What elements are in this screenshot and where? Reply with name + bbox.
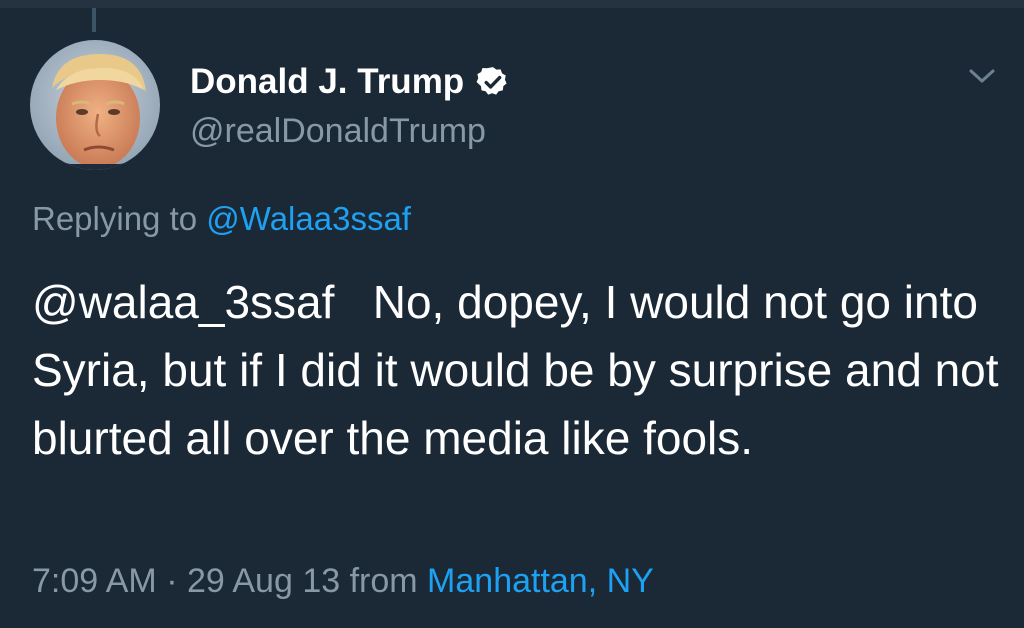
display-name[interactable]: Donald J. Trump	[190, 62, 464, 102]
replying-to-line: Replying to @Walaa3ssaf	[32, 200, 411, 238]
tweet-text: @walaa_3ssaf No, dopey, I would not go i…	[32, 276, 1012, 464]
location-link[interactable]: Manhattan, NY	[427, 562, 654, 600]
top-divider	[0, 0, 1024, 8]
reply-mention-link[interactable]: @Walaa3ssaf	[206, 200, 411, 237]
thread-connector-line	[92, 8, 96, 32]
chevron-down-icon[interactable]	[962, 62, 1002, 90]
from-label: from	[349, 562, 418, 600]
tweet-meta: 7:09 AM · 29 Aug 13 from Manhattan, NY	[32, 562, 654, 601]
replying-to-label: Replying to	[32, 200, 198, 237]
author-name-row[interactable]: Donald J. Trump	[190, 58, 510, 106]
tweet-date[interactable]: 29 Aug 13	[187, 562, 340, 600]
tweet-time[interactable]: 7:09 AM	[32, 562, 157, 600]
avatar-photo-icon	[30, 40, 160, 170]
avatar[interactable]	[30, 40, 160, 170]
author-handle[interactable]: @realDonaldTrump	[190, 112, 486, 151]
meta-separator: ·	[166, 562, 178, 600]
verified-badge-icon	[476, 65, 510, 99]
